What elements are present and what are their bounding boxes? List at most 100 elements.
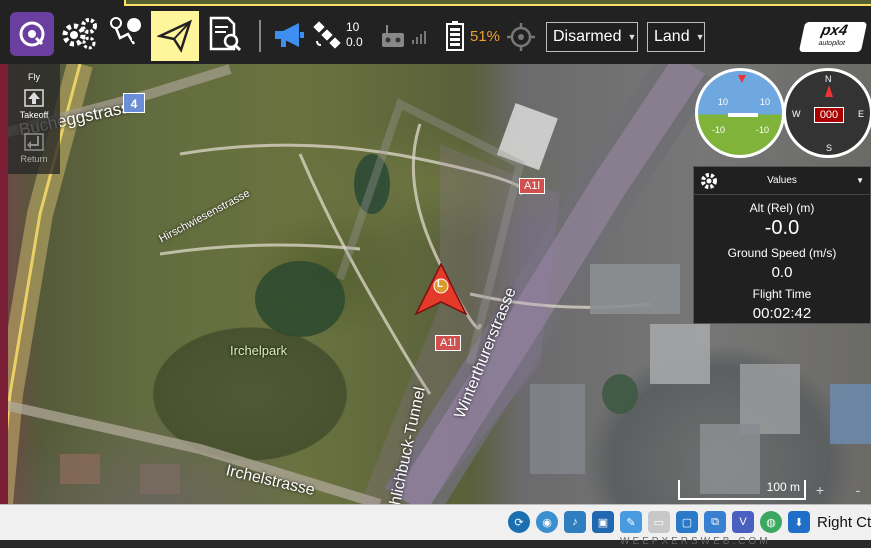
chevron-down-icon: ▼ bbox=[856, 176, 864, 185]
px4-logo: px4 autopilot bbox=[798, 22, 868, 52]
analyze-document-icon bbox=[209, 16, 242, 52]
compass-label: S bbox=[826, 143, 833, 153]
audio-icon[interactable]: ♪ bbox=[564, 511, 586, 533]
pen-icon[interactable]: ✎ bbox=[620, 511, 642, 533]
chevron-down-icon: ▼ bbox=[695, 32, 705, 42]
ground-speed-label: Ground Speed (m/s) bbox=[727, 246, 837, 260]
main-toolbar: B 10 0.0 51% Disarmed ▼ Land ▼ px4 autop… bbox=[0, 0, 871, 64]
map-scale-label: 100 m bbox=[766, 480, 800, 494]
flight-mode-value: Land bbox=[654, 28, 690, 45]
values-panel: Values ▼ Alt (Rel) (m) -0.0 Ground Speed… bbox=[693, 166, 871, 324]
return-button[interactable]: Return bbox=[8, 132, 60, 170]
rc-transmitter-icon bbox=[382, 25, 404, 47]
gps-status-button[interactable] bbox=[312, 20, 342, 50]
return-label: Return bbox=[20, 154, 48, 164]
window-left-border bbox=[0, 0, 8, 504]
altitude-label: Alt (Rel) (m) bbox=[749, 201, 815, 215]
vehicle-arrow-icon bbox=[414, 262, 468, 316]
crosshair-icon bbox=[507, 23, 535, 51]
download-icon[interactable]: ⬇ bbox=[788, 511, 810, 533]
messages-button[interactable] bbox=[272, 18, 306, 52]
map-label-irchelpark: Irchelpark bbox=[230, 343, 288, 358]
px4-logo-subtext: autopilot bbox=[817, 40, 846, 47]
cd-icon[interactable]: ◉ bbox=[536, 511, 558, 533]
altitude-value: -0.0 bbox=[764, 217, 800, 239]
svg-text:B: B bbox=[132, 34, 138, 43]
host-status-bar: ⟳ ◉ ♪ ▣ ✎ ▭ ▢ ⧉ V ◍ ⬇ Right Ct bbox=[0, 504, 871, 540]
gps-hdop: 0.0 bbox=[346, 35, 363, 49]
toolbar-divider bbox=[259, 20, 261, 52]
gear-icon[interactable] bbox=[700, 172, 718, 190]
host-key-label: Right Ct bbox=[817, 514, 871, 531]
aircraft-symbol bbox=[728, 113, 758, 117]
px4-logo-text: px4 bbox=[819, 22, 850, 39]
heading-arrow-icon bbox=[825, 85, 833, 97]
vehicle-marker[interactable]: L bbox=[414, 262, 468, 318]
compass-label: E bbox=[858, 109, 865, 119]
watermark-text: WEEPXERSWEB.COM bbox=[620, 536, 771, 547]
gps-satellite-count: 10 bbox=[346, 20, 360, 34]
values-header-label: Values bbox=[767, 175, 797, 186]
globe-icon[interactable]: ◍ bbox=[760, 511, 782, 533]
values-header[interactable]: Values ▼ bbox=[694, 167, 870, 195]
flight-time-label: Flight Time bbox=[752, 287, 812, 301]
rc-status-button[interactable] bbox=[378, 22, 408, 50]
compass-label: W bbox=[792, 109, 801, 119]
pitch-tick-label: 10 bbox=[760, 97, 771, 107]
compass: N E S W 000 bbox=[783, 68, 871, 158]
flight-time-value: 00:02:42 bbox=[752, 305, 812, 322]
plan-route-icon: B bbox=[110, 17, 142, 45]
fly-tools-panel: Fly Takeoff Return bbox=[8, 64, 60, 174]
pitch-tick-label: -10 bbox=[712, 125, 726, 135]
gps-readout: 10 0.0 bbox=[346, 20, 363, 50]
arm-state-value: Disarmed bbox=[553, 28, 622, 45]
battery-button[interactable] bbox=[444, 20, 466, 52]
rtk-gps-button[interactable] bbox=[506, 22, 536, 52]
display-icon[interactable]: ▢ bbox=[676, 511, 698, 533]
battery-icon bbox=[446, 21, 464, 51]
route-4-badge: 4 bbox=[123, 93, 145, 113]
roll-pointer-icon bbox=[738, 75, 746, 83]
instrument-panel: 10 10 -10 -10 N E S W 000 Values ▼ Alt (… bbox=[693, 68, 871, 324]
compass-heading: 000 bbox=[814, 107, 844, 123]
vehicle-marker-letter: L bbox=[437, 279, 444, 290]
virtualbox-icon[interactable]: V bbox=[732, 511, 754, 533]
flight-mode-select[interactable]: Land ▼ bbox=[647, 22, 705, 52]
megaphone-icon bbox=[275, 23, 304, 47]
battery-percent: 51% bbox=[470, 28, 501, 45]
fly-paper-plane-icon bbox=[157, 19, 193, 53]
fly-view-button[interactable] bbox=[151, 11, 199, 61]
folder-icon[interactable]: ▭ bbox=[648, 511, 670, 533]
pitch-tick-label: -10 bbox=[756, 125, 770, 135]
return-icon bbox=[24, 133, 44, 151]
takeoff-label: Takeoff bbox=[19, 110, 49, 120]
analyze-view-button[interactable] bbox=[202, 12, 246, 56]
takeoff-icon bbox=[24, 89, 44, 107]
map-scale-bar: 100 m bbox=[678, 480, 806, 500]
map-top-edge bbox=[124, 0, 871, 6]
qgc-logo-icon bbox=[19, 21, 45, 47]
a1l-sign-bottom: A1l bbox=[435, 335, 461, 351]
compass-label: N bbox=[825, 74, 832, 84]
zoom-in-button[interactable]: + bbox=[808, 482, 832, 502]
a1l-sign-top: A1l bbox=[519, 178, 545, 194]
gps-satellite-icon bbox=[313, 21, 341, 49]
chevron-down-icon: ▼ bbox=[627, 32, 637, 42]
settings-button[interactable] bbox=[58, 12, 100, 56]
bottom-strip: WEEPXERSWEB.COM bbox=[0, 536, 871, 548]
telemetry-rssi-button[interactable] bbox=[410, 28, 428, 46]
pitch-tick-label: 10 bbox=[718, 97, 729, 107]
takeoff-button[interactable]: Takeoff bbox=[8, 88, 60, 126]
usb-icon[interactable]: ⟳ bbox=[508, 511, 530, 533]
signal-bars-icon bbox=[412, 31, 426, 44]
ground-speed-value: 0.0 bbox=[771, 264, 793, 281]
network-icon[interactable]: ▣ bbox=[592, 511, 614, 533]
settings-gears-icon bbox=[62, 18, 97, 50]
arm-state-select[interactable]: Disarmed ▼ bbox=[546, 22, 638, 52]
plan-view-button[interactable]: B bbox=[104, 12, 148, 56]
qgc-logo-button[interactable] bbox=[10, 12, 54, 56]
shared-icon[interactable]: ⧉ bbox=[704, 511, 726, 533]
fly-tools-header: Fly bbox=[28, 72, 40, 82]
zoom-out-button[interactable]: - bbox=[846, 482, 870, 502]
attitude-indicator: 10 10 -10 -10 bbox=[695, 68, 785, 158]
